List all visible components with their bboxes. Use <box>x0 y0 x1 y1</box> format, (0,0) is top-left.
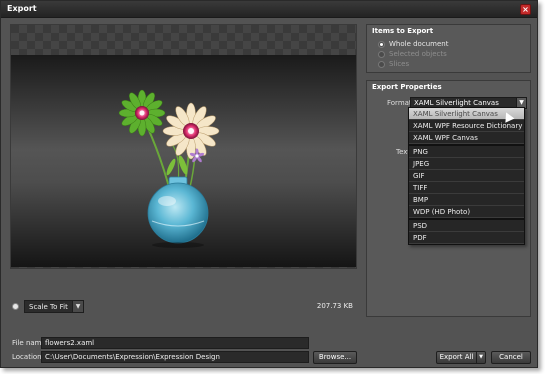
location-label: Location <box>12 353 42 361</box>
export-all-label: Export All <box>439 353 474 361</box>
format-option[interactable]: WDP (HD Photo) <box>409 206 524 218</box>
scale-dropdown[interactable]: Scale To Fit ▼ <box>24 300 84 313</box>
radio-button[interactable] <box>378 61 385 68</box>
file-size-label: 207.73 KB <box>316 302 353 310</box>
file-name-input[interactable]: flowers2.xaml <box>41 337 309 349</box>
preview-toolbar: Scale To Fit ▼ 207.73 KB <box>10 299 357 315</box>
flowers-artwork <box>118 89 220 248</box>
browse-button[interactable]: Browse... <box>313 351 357 364</box>
preview-area <box>10 24 357 269</box>
props-panel-title: Export Properties <box>372 83 442 91</box>
green-flower <box>118 89 166 137</box>
format-option[interactable]: PDF <box>409 232 524 244</box>
format-option[interactable]: TIFF <box>409 182 524 194</box>
chevron-down-icon[interactable]: ▼ <box>476 352 485 363</box>
dialog-title: Export <box>7 4 37 13</box>
radio-button[interactable] <box>378 41 385 48</box>
radio-label: Whole document <box>389 40 449 48</box>
radio-label: Selected objects <box>389 50 447 58</box>
format-label: Format <box>387 99 412 107</box>
radio-button[interactable] <box>378 51 385 58</box>
cancel-button[interactable]: Cancel <box>491 351 531 364</box>
format-option[interactable]: GIF <box>409 170 524 182</box>
format-dropdown-list: XAML Silverlight Canvas XAML WPF Resourc… <box>408 107 525 245</box>
export-all-button[interactable]: Export All ▼ <box>436 351 486 364</box>
format-option[interactable]: BMP <box>409 194 524 206</box>
preview-toggle-radio[interactable] <box>12 303 19 310</box>
format-dropdown-value: XAML Silverlight Canvas <box>414 99 499 107</box>
glass-vase <box>147 176 209 248</box>
title-bar: Export × <box>1 1 537 18</box>
radio-label: Slices <box>389 60 410 68</box>
location-input[interactable]: C:\User\Documents\Expression\Expression … <box>41 351 309 363</box>
format-option[interactable]: PSD <box>409 220 524 232</box>
close-button[interactable]: × <box>520 4 531 15</box>
format-option[interactable]: PNG <box>409 146 524 158</box>
format-option[interactable]: JPEG <box>409 158 524 170</box>
items-to-export-panel: Items to Export Whole document Selected … <box>366 24 531 73</box>
scale-dropdown-label: Scale To Fit <box>29 303 68 311</box>
format-option[interactable]: XAML WPF Canvas <box>409 132 524 144</box>
cream-flower <box>162 102 220 160</box>
chevron-down-icon[interactable]: ▼ <box>72 301 83 312</box>
items-panel-title: Items to Export <box>372 27 434 35</box>
